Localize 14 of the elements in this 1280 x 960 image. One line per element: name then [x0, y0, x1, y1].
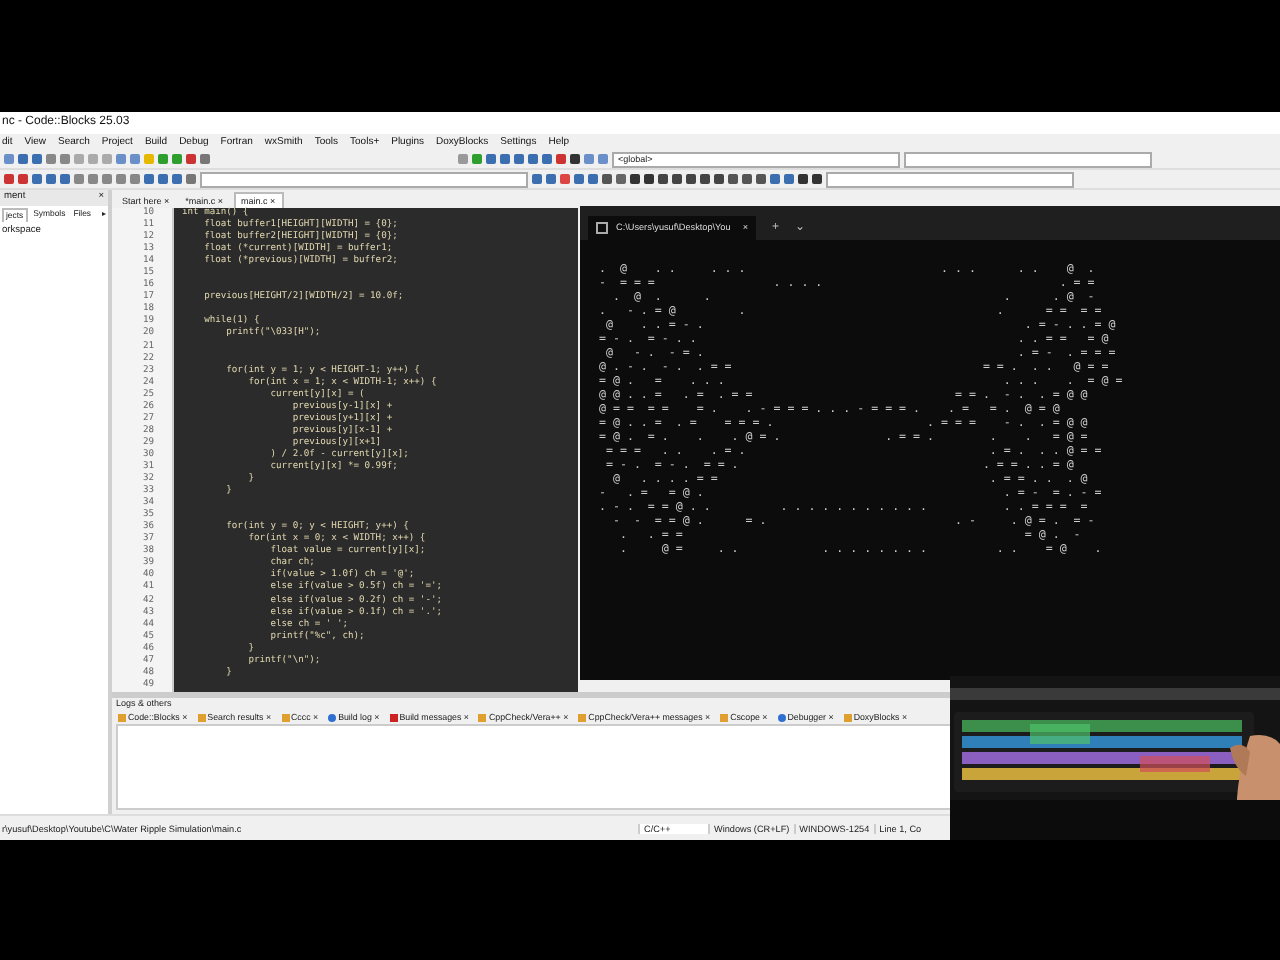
- tab-icon: [843, 713, 852, 721]
- tab-icon: [478, 713, 487, 721]
- symbol-dropdown[interactable]: [904, 151, 1152, 167]
- tab-icon: [777, 713, 786, 721]
- tab-icon: [118, 713, 126, 721]
- code-area[interactable]: [174, 208, 578, 692]
- tab-icon: [578, 713, 587, 721]
- tab-icon: [328, 713, 337, 721]
- target-dropdown[interactable]: [200, 171, 528, 187]
- tab-icon: [197, 713, 206, 721]
- tab-icon: [389, 713, 398, 721]
- tab-icon: [281, 713, 290, 721]
- tab-icon: [720, 713, 729, 721]
- terminal-icon: [596, 222, 608, 234]
